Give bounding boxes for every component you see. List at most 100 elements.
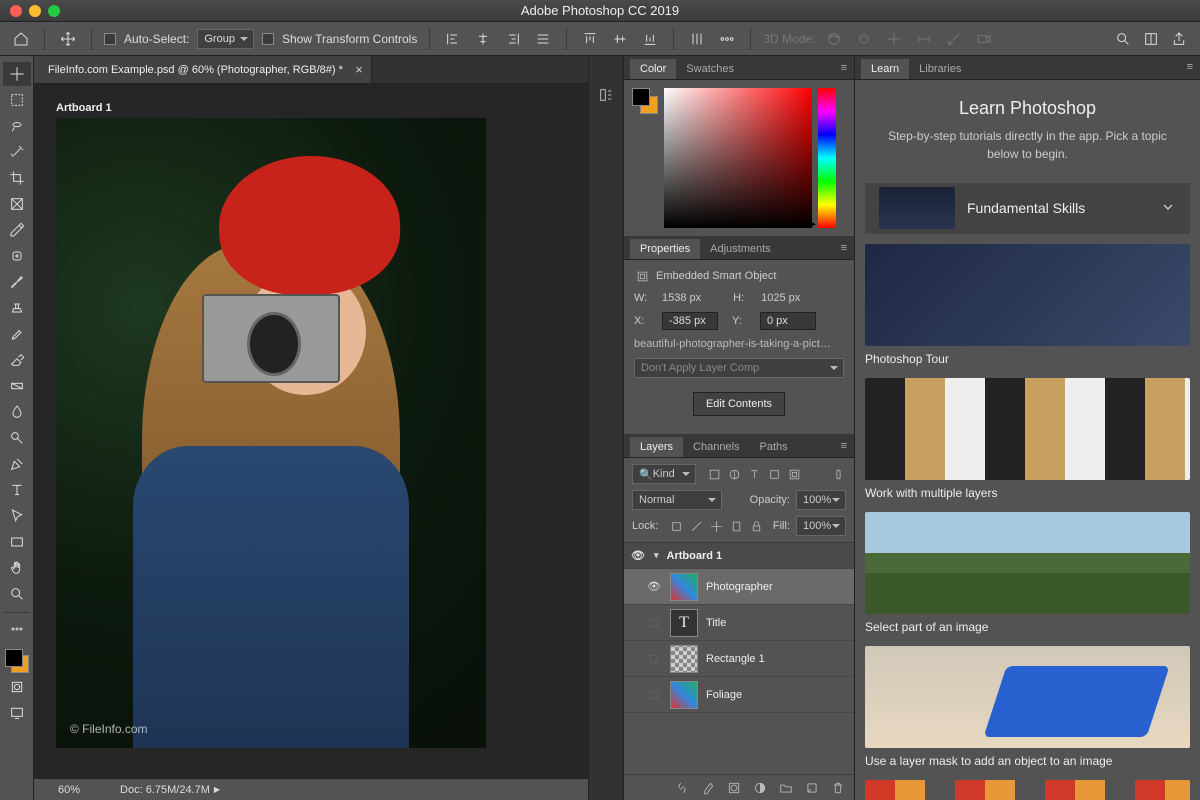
history-panel-icon[interactable] xyxy=(595,84,617,106)
marquee-tool[interactable] xyxy=(3,88,31,112)
filter-shape-icon[interactable] xyxy=(766,466,782,482)
delete-layer-icon[interactable] xyxy=(830,780,846,796)
show-transform-checkbox[interactable] xyxy=(262,33,274,45)
tab-channels[interactable]: Channels xyxy=(683,437,749,457)
dodge-tool[interactable] xyxy=(3,426,31,450)
tab-color[interactable]: Color xyxy=(630,59,676,79)
adjustment-layer-icon[interactable] xyxy=(752,780,768,796)
learn-card-partial[interactable] xyxy=(865,780,1190,800)
layer-thumbnail[interactable]: T xyxy=(670,609,698,637)
minimize-window-button[interactable] xyxy=(29,5,41,17)
visibility-toggle[interactable]: ▢ xyxy=(646,616,662,629)
tab-properties[interactable]: Properties xyxy=(630,239,700,259)
panel-menu-icon[interactable]: ≡ xyxy=(841,242,848,254)
hue-slider[interactable] xyxy=(818,88,836,228)
tab-libraries[interactable]: Libraries xyxy=(909,59,971,79)
more-options-icon[interactable] xyxy=(716,28,738,50)
clone-stamp-tool[interactable] xyxy=(3,296,31,320)
layer-style-icon[interactable] xyxy=(700,780,716,796)
move-tool-icon[interactable] xyxy=(57,28,79,50)
learn-card[interactable]: Work with multiple layers xyxy=(865,378,1190,500)
tab-layers[interactable]: Layers xyxy=(630,437,683,457)
healing-brush-tool[interactable] xyxy=(3,244,31,268)
screen-mode-icon[interactable] xyxy=(3,701,31,725)
layer-filter-kind[interactable]: 🔍 Kind xyxy=(632,464,696,484)
lock-artboard-icon[interactable] xyxy=(728,518,744,534)
lock-pixels-icon[interactable] xyxy=(688,518,704,534)
lasso-tool[interactable] xyxy=(3,114,31,138)
tab-swatches[interactable]: Swatches xyxy=(676,59,744,79)
layer-item[interactable]: ▢ Rectangle 1 xyxy=(624,641,854,677)
align-left-icon[interactable] xyxy=(442,28,464,50)
workspace-switcher-icon[interactable] xyxy=(1140,28,1162,50)
move-tool[interactable] xyxy=(3,62,31,86)
share-icon[interactable] xyxy=(1168,28,1190,50)
opacity-input[interactable]: 100% xyxy=(796,490,846,510)
visibility-toggle[interactable]: ▢ xyxy=(646,652,662,665)
close-tab-icon[interactable]: × xyxy=(355,62,363,77)
eraser-tool[interactable] xyxy=(3,348,31,372)
lock-all-icon[interactable] xyxy=(748,518,764,534)
path-selection-tool[interactable] xyxy=(3,504,31,528)
filter-adjust-icon[interactable] xyxy=(726,466,742,482)
panel-menu-icon[interactable]: ≡ xyxy=(1187,61,1194,73)
zoom-tool[interactable] xyxy=(3,582,31,606)
layer-comp-dropdown[interactable]: Don't Apply Layer Comp xyxy=(634,358,844,378)
layer-group[interactable]: 👁 ▾ Artboard 1 xyxy=(624,543,854,569)
color-field[interactable] xyxy=(664,88,812,228)
align-bottom-icon[interactable] xyxy=(639,28,661,50)
layer-mask-icon[interactable] xyxy=(726,780,742,796)
learn-accordion[interactable]: Fundamental Skills xyxy=(865,183,1190,234)
align-middle-icon[interactable] xyxy=(609,28,631,50)
visibility-toggle[interactable]: 👁 xyxy=(646,580,662,593)
align-right-icon[interactable] xyxy=(502,28,524,50)
zoom-level[interactable]: 60% xyxy=(58,784,80,796)
artboard[interactable]: © FileInfo.com xyxy=(56,118,486,748)
layer-thumbnail[interactable] xyxy=(670,573,698,601)
edit-toolbar-icon[interactable] xyxy=(3,617,31,641)
pen-tool[interactable] xyxy=(3,452,31,476)
learn-card[interactable]: Photoshop Tour xyxy=(865,244,1190,366)
new-group-icon[interactable] xyxy=(778,780,794,796)
crop-tool[interactable] xyxy=(3,166,31,190)
magic-wand-tool[interactable] xyxy=(3,140,31,164)
align-top-icon[interactable] xyxy=(579,28,601,50)
distribute-icon[interactable] xyxy=(532,28,554,50)
panel-menu-icon[interactable]: ≡ xyxy=(841,62,848,74)
home-button[interactable] xyxy=(10,28,32,50)
blur-tool[interactable] xyxy=(3,400,31,424)
tab-paths[interactable]: Paths xyxy=(750,437,798,457)
align-center-h-icon[interactable] xyxy=(472,28,494,50)
visibility-toggle[interactable]: 👁 xyxy=(630,549,646,562)
edit-contents-button[interactable]: Edit Contents xyxy=(693,392,785,416)
new-layer-icon[interactable] xyxy=(804,780,820,796)
learn-card[interactable]: Select part of an image xyxy=(865,512,1190,634)
hand-tool[interactable] xyxy=(3,556,31,580)
layer-thumbnail[interactable] xyxy=(670,645,698,673)
history-brush-tool[interactable] xyxy=(3,322,31,346)
x-input[interactable]: -385 px xyxy=(662,312,718,330)
quick-mask-icon[interactable] xyxy=(3,675,31,699)
canvas-area[interactable]: Artboard 1 © FileInfo.com xyxy=(34,84,588,778)
filter-pixel-icon[interactable] xyxy=(706,466,722,482)
y-input[interactable]: 0 px xyxy=(760,312,816,330)
filter-smart-icon[interactable] xyxy=(786,466,802,482)
gradient-tool[interactable] xyxy=(3,374,31,398)
visibility-toggle[interactable]: ▢ xyxy=(646,688,662,701)
chevron-down-icon[interactable]: ▾ xyxy=(654,550,659,561)
panel-menu-icon[interactable]: ≡ xyxy=(841,440,848,452)
search-icon[interactable] xyxy=(1112,28,1134,50)
link-layers-icon[interactable] xyxy=(674,780,690,796)
eyedropper-tool[interactable] xyxy=(3,218,31,242)
auto-select-dropdown[interactable]: Group xyxy=(197,29,254,49)
learn-card[interactable]: Use a layer mask to add an object to an … xyxy=(865,646,1190,768)
color-swatch[interactable] xyxy=(632,88,658,114)
doc-size[interactable]: Doc: 6.75M/24.7M ▶ xyxy=(120,784,220,796)
filter-type-icon[interactable] xyxy=(746,466,762,482)
tab-learn[interactable]: Learn xyxy=(861,59,909,79)
rectangle-tool[interactable] xyxy=(3,530,31,554)
tab-adjustments[interactable]: Adjustments xyxy=(700,239,781,259)
brush-tool[interactable] xyxy=(3,270,31,294)
auto-select-checkbox[interactable] xyxy=(104,33,116,45)
maximize-window-button[interactable] xyxy=(48,5,60,17)
